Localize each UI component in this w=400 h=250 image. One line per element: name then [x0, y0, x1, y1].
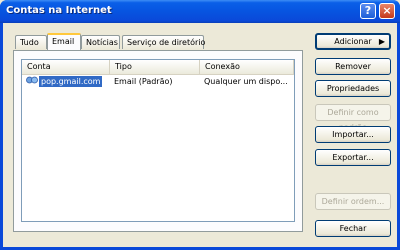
- set-default-button[interactable]: Definir como padrão: [315, 104, 391, 132]
- accounts-window: Contas na Internet ? × Tudo Email Notíci…: [0, 0, 400, 250]
- connection-cell: Qualquer um dispo...: [204, 77, 288, 86]
- column-header-tipo[interactable]: Tipo: [110, 60, 200, 74]
- remove-button[interactable]: Remover: [315, 58, 391, 75]
- close-window-button[interactable]: ×: [379, 3, 395, 19]
- set-order-button[interactable]: Definir ordem...: [315, 193, 391, 210]
- close-button[interactable]: Fechar: [315, 220, 391, 237]
- list-header: Conta Tipo Conexão: [22, 60, 294, 75]
- import-button[interactable]: Importar...: [315, 126, 391, 143]
- account-cell[interactable]: pop.gmail.com: [22, 74, 110, 89]
- dialog-client: Tudo Email Notícias Serviço de diretório…: [3, 23, 397, 247]
- tab-servico-diretorio[interactable]: Serviço de diretório: [122, 35, 205, 49]
- accounts-list[interactable]: Conta Tipo Conexão pop.gmail.com Email (…: [21, 59, 295, 222]
- tab-tudo[interactable]: Tudo: [15, 35, 47, 49]
- type-cell: Email (Padrão): [114, 77, 173, 86]
- title-bar[interactable]: Contas na Internet ? ×: [0, 0, 400, 23]
- tab-noticias[interactable]: Notícias: [81, 35, 120, 49]
- account-icon: [26, 76, 38, 84]
- column-header-conta[interactable]: Conta: [22, 60, 110, 74]
- window-title: Contas na Internet: [6, 5, 112, 16]
- account-name: pop.gmail.com: [39, 76, 103, 87]
- add-button[interactable]: Adicionar ▶: [315, 33, 391, 50]
- add-button-label: Adicionar: [334, 37, 372, 46]
- properties-button[interactable]: Propriedades: [315, 80, 391, 97]
- table-row[interactable]: pop.gmail.com Email (Padrão) Qualquer um…: [22, 74, 294, 89]
- tab-panel: Conta Tipo Conexão pop.gmail.com Email (…: [13, 50, 303, 232]
- tab-email[interactable]: Email: [47, 33, 81, 50]
- column-header-conexao[interactable]: Conexão: [200, 60, 294, 74]
- export-button[interactable]: Exportar...: [315, 149, 391, 166]
- submenu-arrow-icon: ▶: [378, 37, 385, 46]
- help-button[interactable]: ?: [360, 3, 376, 19]
